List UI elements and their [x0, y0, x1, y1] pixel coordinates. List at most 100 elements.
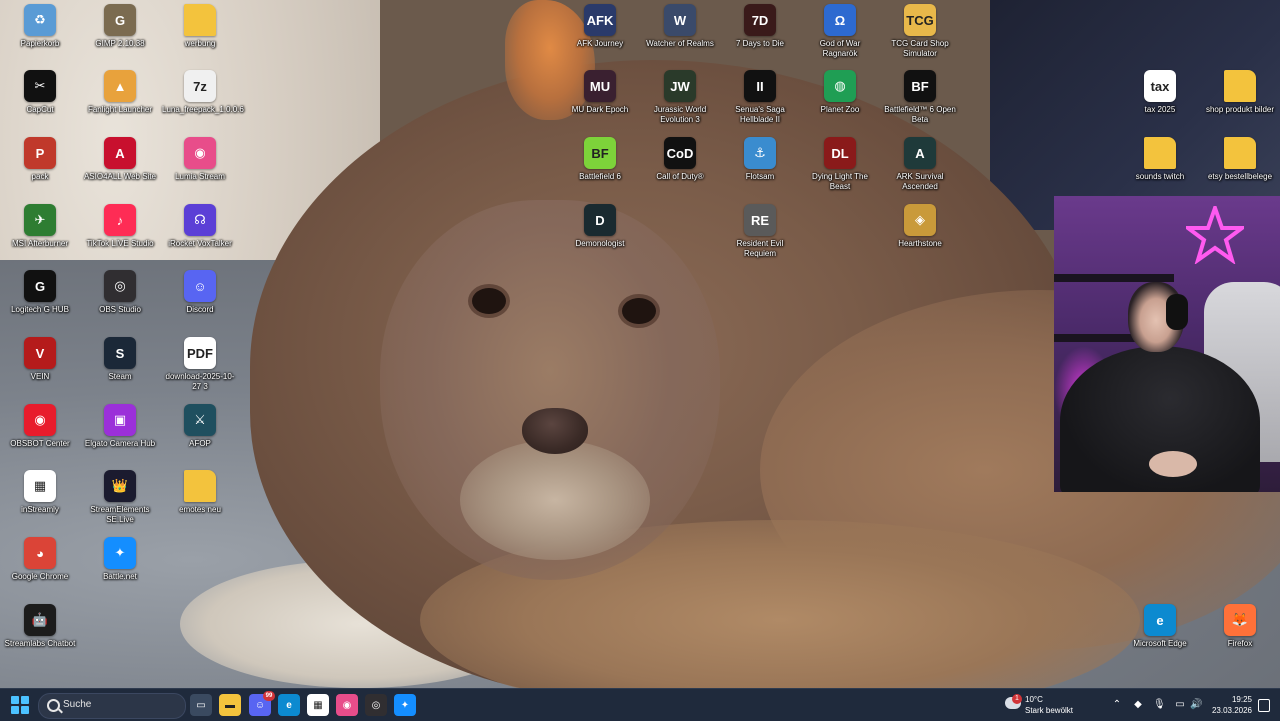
msi-afterburner-icon: ✈ [24, 204, 56, 236]
desktop-icon[interactable]: ◎ OBS Studio [80, 270, 160, 315]
show-hidden-icons-chevron-up-icon[interactable]: ⌃ [1111, 699, 1123, 711]
planet-zoo-icon: ◍ [824, 70, 856, 102]
desktop-icon-label: inStreamly [21, 505, 59, 514]
desktop-icon[interactable]: ◕ Google Chrome [0, 537, 80, 582]
pdf-file-icon: PDF [184, 337, 216, 369]
hearthstone-icon: ◈ [904, 204, 936, 236]
instreamly-icon[interactable]: ▦ [307, 694, 329, 716]
desktop-icon[interactable]: RE Resident Evil Requiem [720, 204, 800, 259]
desktop-icon[interactable]: ▣ Elgato Camera Hub [80, 404, 160, 449]
desktop-icon[interactable]: etsy bestellbelege [1200, 137, 1280, 182]
desktop-icon[interactable]: Ppack [0, 137, 80, 182]
webcam-overlay [1054, 196, 1280, 492]
obs-studio-icon[interactable]: ◎ [365, 694, 387, 716]
desktop-icon[interactable]: II Senua's Saga Hellblade II [720, 70, 800, 125]
desktop-icon[interactable]: TCG TCG Card Shop Simulator [880, 4, 960, 59]
webcam-person-hand [1149, 451, 1197, 477]
desktop-icon-label: Microsoft Edge [1133, 639, 1187, 648]
desktop-icon[interactable]: ✈ MSI Afterburner [0, 204, 80, 249]
search-icon [47, 699, 60, 712]
desktop-icon[interactable]: ✦ Battle.net [80, 537, 160, 582]
desktop-icon[interactable]: werbung [160, 4, 240, 49]
desktop-icon[interactable]: ✂ CapCut [0, 70, 80, 115]
mu-dark-epoch-icon: MU [584, 70, 616, 102]
desktop-icon[interactable]: JW Jurassic World Evolution 3 [640, 70, 720, 125]
desktop-icon[interactable]: 👑 StreamElements SE.Live [80, 470, 160, 525]
notification-badge: 99 [263, 691, 275, 701]
taskbar-search[interactable]: Suche [38, 693, 186, 719]
hellblade-icon: II [744, 70, 776, 102]
desktop-icon[interactable]: ▦ inStreamly [0, 470, 80, 515]
desktop-icon[interactable]: A ARK Survival Ascended [880, 137, 960, 192]
desktop-icon[interactable]: CoD Call of Duty® [640, 137, 720, 182]
desktop-icon[interactable]: BF Battlefield™ 6 Open Beta [880, 70, 960, 125]
desktop-icon[interactable]: ⚓ Flotsam [720, 137, 800, 182]
desktop-icon-label: iRocket VoxTalker [168, 239, 232, 248]
desktop-icon[interactable]: G GIMP 2.10.38 [80, 4, 160, 49]
desktop-icon[interactable]: ♪ TikTok LIVE Studio [80, 204, 160, 249]
webcam-shelf [1054, 274, 1174, 282]
desktop-icon[interactable]: ◉ OBSBOT Center [0, 404, 80, 449]
battle-net-icon[interactable]: ✦ [394, 694, 416, 716]
tray-app-icon[interactable]: ◆ [1132, 699, 1144, 711]
desktop-icon[interactable]: Ω God of War Ragnarök [800, 4, 880, 59]
resident-evil-icon: RE [744, 204, 776, 236]
desktop-icon[interactable]: emotes neu [160, 470, 240, 515]
notification-bell-icon[interactable] [1258, 699, 1270, 712]
desktop-icon[interactable]: G Logitech G HUB [0, 270, 80, 315]
desktop-icon[interactable]: ◍ Planet Zoo [800, 70, 880, 115]
folder-sounds-icon [1144, 137, 1176, 169]
microphone-icon[interactable]: 🎙 [1153, 699, 1166, 711]
desktop-icon-label: TikTok LIVE Studio [86, 239, 154, 248]
desktop-icon[interactable]: shop produkt bilder [1200, 70, 1280, 115]
start-button[interactable] [11, 696, 29, 714]
desktop-icon[interactable]: ♻ Papierkorb [0, 4, 80, 49]
instreamly-icon: ▦ [24, 470, 56, 502]
afk-journey-icon: AFK [584, 4, 616, 36]
taskbar-clock[interactable]: 19:25 23.03.2026 [1208, 694, 1252, 716]
jurassic-world-icon: JW [664, 70, 696, 102]
desktop-icon[interactable]: AFK AFK Journey [560, 4, 640, 49]
network-icon[interactable]: ▭ [1174, 699, 1186, 711]
desktop-icon[interactable]: tax tax 2025 [1120, 70, 1200, 115]
desktop-icon-label: Flotsam [745, 172, 775, 181]
desktop-icon[interactable]: PDF download-2025-10-27 3 [160, 337, 240, 392]
desktop-icon-label: Streamlabs Chatbot [4, 639, 76, 648]
desktop-icon[interactable]: DL Dying Light The Beast [800, 137, 880, 192]
desktop-icon[interactable]: A ASIO4ALL Web Site [80, 137, 160, 182]
desktop-icon[interactable]: 🤖 Streamlabs Chatbot [0, 604, 80, 649]
watcher-of-realms-icon: W [664, 4, 696, 36]
desktop-icon[interactable]: ◉ Lumia Stream [160, 137, 240, 182]
ark-survival-icon: A [904, 137, 936, 169]
desktop-icon[interactable]: 7z Luna_freepack_1.0.0.6 [160, 70, 244, 115]
desktop-icon[interactable]: W Watcher of Realms [640, 4, 720, 49]
desktop-icon[interactable]: sounds twitch [1120, 137, 1200, 182]
desktop-icon-label: Battle.net [103, 572, 137, 581]
desktop-icon[interactable]: ◈ Hearthstone [880, 204, 960, 249]
lumia-stream-icon[interactable]: ◉ [336, 694, 358, 716]
gimp-icon: G [104, 4, 136, 36]
discord-icon[interactable]: ☺ 99 [249, 691, 275, 716]
desktop-icon[interactable]: S Steam [80, 337, 160, 382]
desktop-icon[interactable]: ☊ iRocket VoxTalker [160, 204, 240, 249]
desktop-icon[interactable]: D Demonologist [560, 204, 640, 249]
desktop-icon[interactable]: ▲ Fanlight Launcher [80, 70, 160, 115]
desktop-icon-label: Battlefield 6 [579, 172, 621, 181]
weather-widget[interactable]: 1 10°C Stark bewölkt [1003, 693, 1113, 717]
desktop-icon-label: Google Chrome [11, 572, 69, 581]
desktop-icon[interactable]: MU MU Dark Epoch [560, 70, 640, 115]
edge-icon[interactable]: e [278, 694, 300, 716]
desktop-icon[interactable]: 7D 7 Days to Die [720, 4, 800, 49]
weather-temperature: 10°C [1025, 695, 1043, 704]
desktop-icon[interactable]: ⚔ AFOP [160, 404, 240, 449]
desktop-icon[interactable]: V VEIN [0, 337, 80, 382]
folder-etsy-icon [1224, 137, 1256, 169]
file-explorer-icon[interactable]: ▬ [219, 694, 241, 716]
desktop-icon[interactable]: 🦊 Firefox [1200, 604, 1280, 649]
task-view-icon[interactable]: ▭ [190, 694, 212, 716]
desktop-icon[interactable]: BF Battlefield 6 [560, 137, 640, 182]
desktop-icon[interactable]: ☺ Discord [160, 270, 240, 315]
desktop-icon[interactable]: e Microsoft Edge [1120, 604, 1200, 649]
volume-icon[interactable]: 🔊 [1190, 699, 1202, 711]
desktop-icon-label: Call of Duty® [656, 172, 704, 181]
